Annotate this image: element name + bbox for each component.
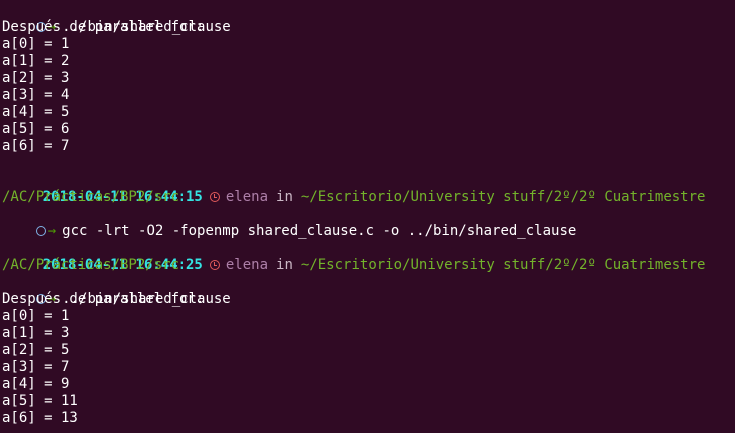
output-line: a[4] = 9 [2, 376, 70, 392]
command-text: gcc -lrt -O2 -fopenmp shared_clause.c -o… [62, 223, 577, 239]
prompt-info-line: 2018-04-11 16:44:25 elena in ~/Escritorio/U… [2, 240, 733, 273]
output-line: a[6] = 7 [2, 138, 70, 154]
prompt-user: elena [225, 257, 269, 273]
output-line: a[5] = 6 [2, 121, 70, 137]
output-line: a[1] = 3 [2, 325, 70, 341]
prompt-in-label: in [276, 257, 293, 273]
output-line: a[2] = 3 [2, 70, 70, 86]
output-line: Después de parallel for: [2, 19, 205, 35]
prompt-line: → ../bin/shared_clause [2, 274, 733, 307]
output-line: a[3] = 7 [2, 359, 70, 375]
terminal-output[interactable]: → ../bin/shared_clause Después de paralle… [2, 2, 733, 432]
prompt-path: ~/Escritorio/University stuff/2º/2º Cuat… [300, 189, 706, 205]
output-line: a[2] = 5 [2, 342, 70, 358]
prompt-line: → ../bin/shared_clause [2, 2, 733, 35]
output-line: a[4] = 5 [2, 104, 70, 120]
prompt-info-line: 2018-04-11 16:44:15 elena in ~/Escritorio/U… [2, 172, 733, 205]
prompt-user: elena [225, 189, 269, 205]
prompt-arrow: → [47, 223, 57, 239]
output-line: a[0] = 1 [2, 308, 70, 324]
prompt-path: ~/Escritorio/University stuff/2º/2º Cuat… [300, 257, 706, 273]
output-line: a[5] = 11 [2, 393, 78, 409]
output-line: Después de parallel for: [2, 291, 205, 307]
output-line: a[0] = 1 [2, 36, 70, 52]
output-line: a[6] = 13 [2, 410, 78, 426]
output-line: a[3] = 4 [2, 87, 70, 103]
prompt-in-label: in [276, 189, 293, 205]
clock-icon [209, 192, 220, 202]
prompt-status-icon [35, 226, 46, 236]
output-line: a[1] = 2 [2, 53, 70, 69]
prompt-line: → gcc -lrt -O2 -fopenmp shared_clause.c -… [2, 206, 733, 239]
clock-icon [209, 260, 220, 270]
